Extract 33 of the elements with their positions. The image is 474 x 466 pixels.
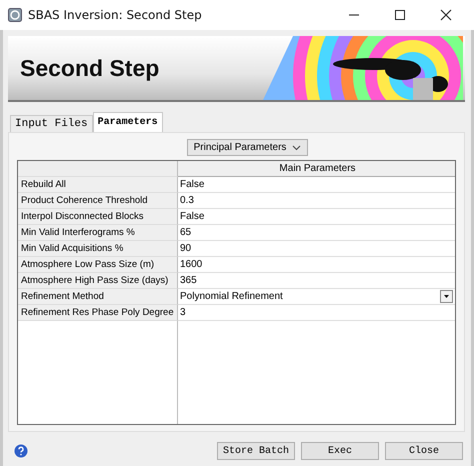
row-label: Min Valid Interferograms % [18, 225, 178, 241]
row-label: Min Valid Acquisitions % [18, 241, 178, 257]
header-title: Second Step [19, 54, 160, 82]
value-cell[interactable]: 0.3 [178, 193, 455, 209]
action-button[interactable]: Exec [301, 442, 379, 460]
close-icon[interactable] [440, 9, 452, 21]
action-button[interactable]: Close [385, 442, 463, 460]
tab[interactable]: Parameters [92, 112, 163, 132]
row-label: Atmosphere Low Pass Size (m) [18, 257, 178, 273]
window-title: SBAS Inversion: Second Step [28, 8, 202, 22]
column-header: Main Parameters [178, 161, 455, 177]
value-cell[interactable]: 1600 [178, 257, 455, 273]
dropdown-value: Polynomial Refinement [180, 291, 283, 302]
row-label: Interpol Disconnected Blocks [18, 209, 178, 225]
value-cell[interactable]: False [178, 209, 455, 225]
value-cell[interactable]: 365 [178, 273, 455, 289]
section-dropdown[interactable]: Principal Parameters [186, 139, 308, 156]
row-label: Product Coherence Threshold [18, 193, 178, 209]
help-icon[interactable] [14, 444, 28, 458]
maximize-icon[interactable] [394, 9, 406, 21]
chevron-icon [292, 144, 302, 150]
value-cell[interactable]: False [178, 177, 455, 193]
row-label: Refinement Method [18, 289, 178, 305]
value-dropdown[interactable]: Polynomial Refinement [178, 289, 455, 305]
value-cell[interactable]: 65 [178, 225, 455, 241]
row-label: Rebuild All [18, 177, 178, 193]
tab[interactable]: Input Files [10, 115, 93, 132]
action-button[interactable]: Store Batch [217, 442, 295, 460]
app-icon [8, 8, 22, 22]
value-cell[interactable]: 3 [178, 305, 455, 321]
value-cell[interactable]: 90 [178, 241, 455, 257]
row-label: Refinement Res Phase Poly Degree [18, 305, 178, 321]
row-label: Atmosphere High Pass Size (days) [18, 273, 178, 289]
